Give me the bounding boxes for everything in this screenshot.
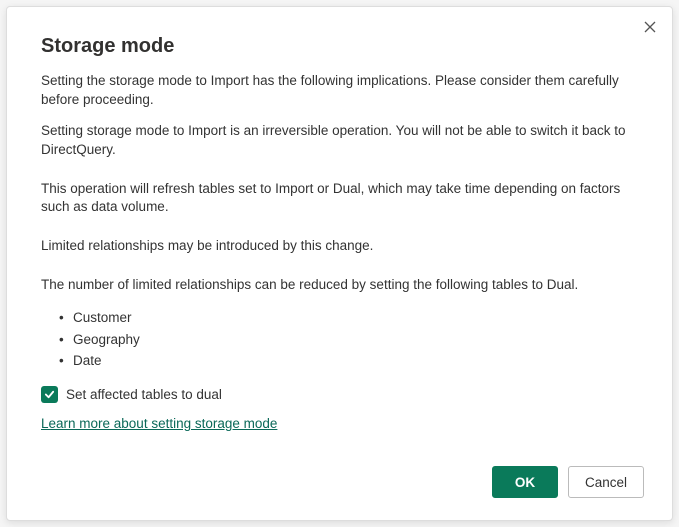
list-item: Customer [59,307,638,329]
paragraph-refresh: This operation will refresh tables set t… [41,180,638,218]
list-item: Geography [59,329,638,351]
set-affected-tables-label: Set affected tables to dual [66,387,222,402]
paragraph-limited: Limited relationships may be introduced … [41,237,638,256]
paragraph-intro: Setting the storage mode to Import has t… [41,72,638,110]
learn-more-link[interactable]: Learn more about setting storage mode [41,416,277,431]
dialog-footer: OK Cancel [7,454,672,520]
set-affected-tables-checkbox[interactable] [41,386,58,403]
set-affected-tables-row: Set affected tables to dual [41,386,638,403]
dialog-content: Storage mode Setting the storage mode to… [7,7,672,454]
list-item: Date [59,350,638,372]
paragraph-reduce: The number of limited relationships can … [41,276,638,295]
paragraph-irreversible: Setting storage mode to Import is an irr… [41,122,638,160]
close-icon [644,21,656,33]
checkmark-icon [44,389,55,400]
cancel-button[interactable]: Cancel [568,466,644,498]
ok-button[interactable]: OK [492,466,558,498]
storage-mode-dialog: Storage mode Setting the storage mode to… [6,6,673,521]
close-button[interactable] [640,17,660,37]
dialog-title: Storage mode [41,35,638,58]
tables-list: Customer Geography Date [59,307,638,372]
